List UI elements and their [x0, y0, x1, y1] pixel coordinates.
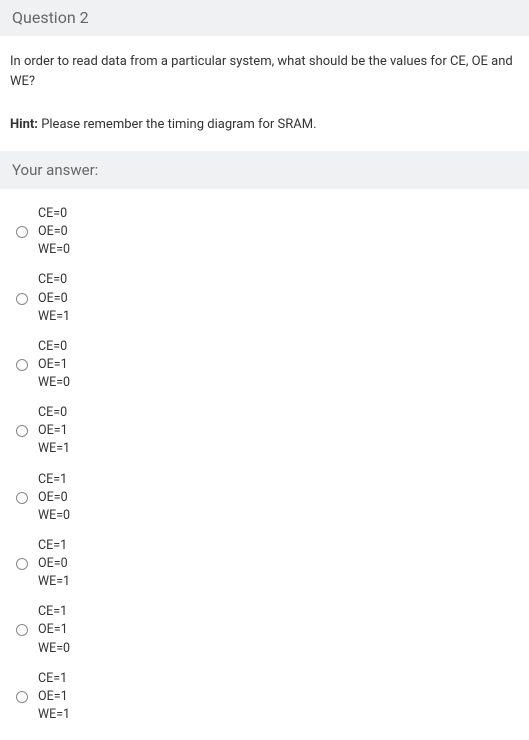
- radio-button[interactable]: [16, 492, 28, 504]
- option-6[interactable]: CE=1 OE=0 WE=1: [0, 531, 529, 597]
- option-line-we: WE=1: [38, 706, 70, 724]
- option-line-we: WE=0: [38, 640, 70, 658]
- option-7[interactable]: CE=1 OE=1 WE=0: [0, 597, 529, 663]
- option-lines: CE=0 OE=1 WE=0: [34, 338, 70, 392]
- option-line-oe: OE=0: [38, 290, 70, 308]
- option-line-oe: OE=0: [38, 555, 70, 573]
- option-lines: CE=0 OE=0 WE=0: [34, 205, 70, 259]
- option-lines: CE=1 OE=1 WE=0: [34, 603, 70, 657]
- hint-label: Hint:: [10, 117, 38, 132]
- question-text: In order to read data from a particular …: [0, 36, 529, 103]
- option-line-we: WE=1: [38, 440, 70, 458]
- hint-block: Hint: Please remember the timing diagram…: [0, 103, 529, 151]
- option-line-ce: CE=0: [38, 205, 70, 223]
- option-line-ce: CE=1: [38, 670, 70, 688]
- option-line-we: WE=0: [38, 374, 70, 392]
- option-line-we: WE=1: [38, 573, 70, 591]
- options-list: CE=0 OE=0 WE=0 CE=0 OE=0 WE=1 CE=0 OE=1 …: [0, 189, 529, 740]
- radio-button[interactable]: [16, 359, 28, 371]
- option-line-ce: CE=1: [38, 471, 70, 489]
- option-lines: CE=1 OE=0 WE=0: [34, 471, 70, 525]
- radio-wrap: [10, 359, 34, 371]
- option-line-oe: OE=1: [38, 621, 70, 639]
- option-line-we: WE=1: [38, 308, 70, 326]
- option-line-oe: OE=0: [38, 489, 70, 507]
- option-line-ce: CE=0: [38, 271, 70, 289]
- option-line-ce: CE=0: [38, 338, 70, 356]
- option-line-ce: CE=1: [38, 537, 70, 555]
- answer-header-text: Your answer:: [12, 161, 98, 179]
- option-line-ce: CE=0: [38, 404, 70, 422]
- option-lines: CE=1 OE=0 WE=1: [34, 537, 70, 591]
- hint-text: Please remember the timing diagram for S…: [38, 117, 317, 132]
- radio-wrap: [10, 226, 34, 238]
- radio-button[interactable]: [16, 558, 28, 570]
- radio-wrap: [10, 624, 34, 636]
- radio-wrap: [10, 558, 34, 570]
- option-2[interactable]: CE=0 OE=0 WE=1: [0, 265, 529, 331]
- answer-header: Your answer:: [0, 151, 529, 190]
- option-line-oe: OE=1: [38, 356, 70, 374]
- option-3[interactable]: CE=0 OE=1 WE=0: [0, 332, 529, 398]
- option-1[interactable]: CE=0 OE=0 WE=0: [0, 199, 529, 265]
- option-4[interactable]: CE=0 OE=1 WE=1: [0, 398, 529, 464]
- option-line-we: WE=0: [38, 241, 70, 259]
- option-line-ce: CE=1: [38, 603, 70, 621]
- radio-wrap: [10, 293, 34, 305]
- radio-button[interactable]: [16, 691, 28, 703]
- option-line-oe: OE=1: [38, 688, 70, 706]
- option-5[interactable]: CE=1 OE=0 WE=0: [0, 465, 529, 531]
- radio-wrap: [10, 691, 34, 703]
- option-line-oe: OE=0: [38, 223, 70, 241]
- question-header: Question 2: [0, 0, 529, 36]
- option-line-we: WE=0: [38, 507, 70, 525]
- question-title: Question 2: [12, 8, 89, 27]
- option-lines: CE=0 OE=1 WE=1: [34, 404, 70, 458]
- radio-button[interactable]: [16, 293, 28, 305]
- radio-wrap: [10, 492, 34, 504]
- option-lines: CE=1 OE=1 WE=1: [34, 670, 70, 724]
- option-line-oe: OE=1: [38, 422, 70, 440]
- radio-button[interactable]: [16, 226, 28, 238]
- radio-wrap: [10, 425, 34, 437]
- option-8[interactable]: CE=1 OE=1 WE=1: [0, 664, 529, 730]
- radio-button[interactable]: [16, 624, 28, 636]
- radio-button[interactable]: [16, 425, 28, 437]
- option-lines: CE=0 OE=0 WE=1: [34, 271, 70, 325]
